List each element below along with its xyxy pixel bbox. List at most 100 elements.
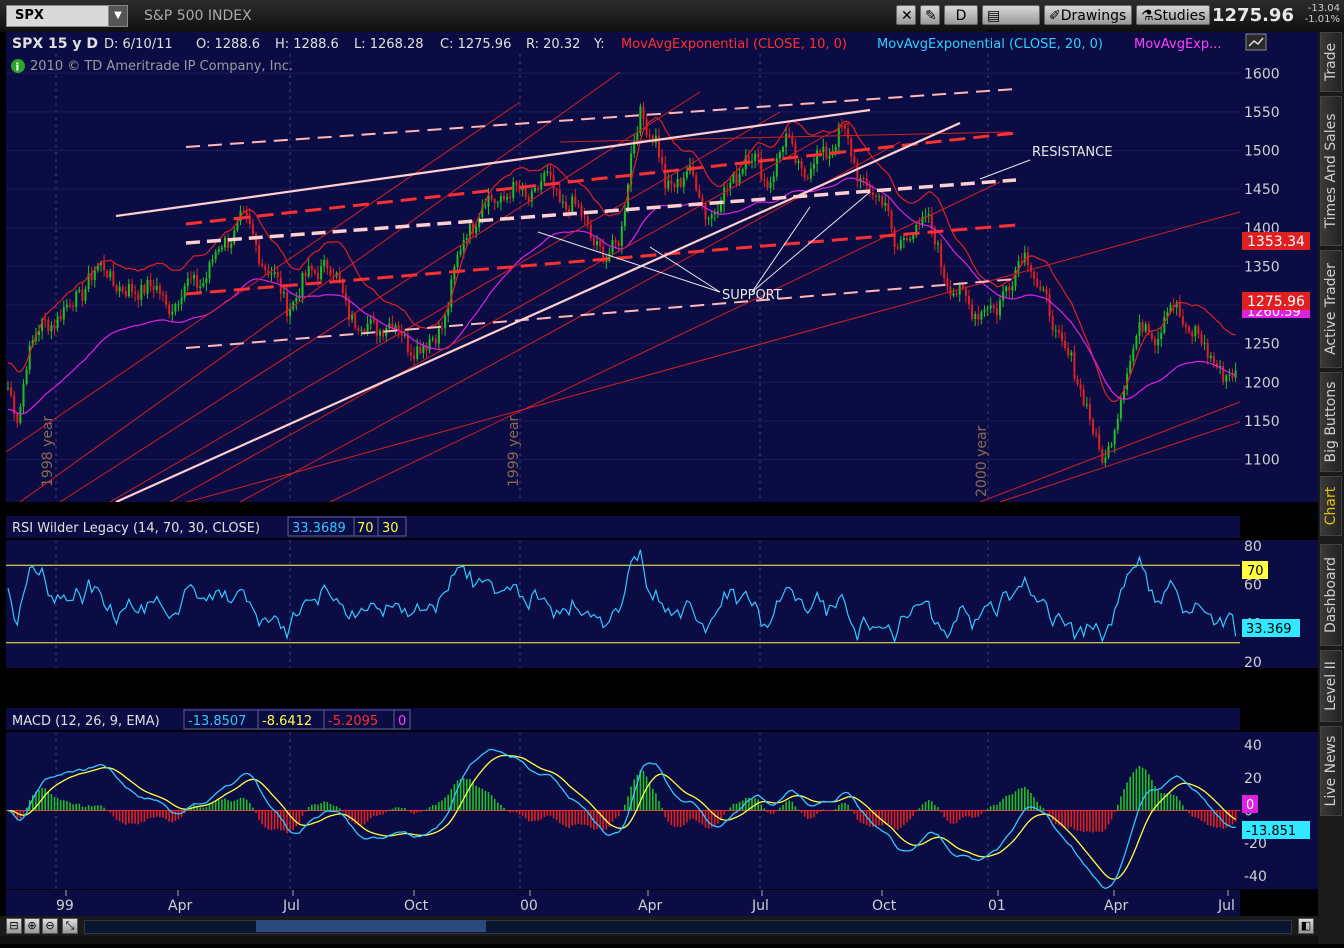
- price-candle: [121, 286, 124, 291]
- macd-histogram-bar: [1141, 767, 1144, 811]
- macd-histogram-bar: [475, 785, 477, 811]
- price-candle: [1191, 332, 1194, 337]
- macd-histogram-bar: [559, 810, 561, 824]
- price-candle: [571, 196, 574, 214]
- macd-histogram-bar: [273, 810, 276, 830]
- macd-histogram-bar: [1144, 769, 1147, 811]
- macd-histogram-bar: [289, 810, 291, 833]
- fit-icon[interactable]: ⊖: [42, 918, 58, 934]
- price-candle: [65, 304, 68, 308]
- macd-histogram-bar: [1011, 794, 1014, 811]
- svg-text:1275.96: 1275.96: [1247, 294, 1305, 310]
- studies-icon: ⚗: [1141, 8, 1154, 24]
- price-candle: [174, 303, 177, 312]
- macd-histogram-bar: [946, 810, 949, 821]
- price-candle: [375, 321, 378, 336]
- macd-histogram-bar: [927, 799, 930, 811]
- macd-histogram-bar: [512, 810, 515, 812]
- price-candle: [475, 227, 478, 234]
- macd-histogram-bar: [971, 810, 973, 818]
- rsi-pane[interactable]: [6, 540, 1240, 668]
- macd-histogram-bar: [121, 810, 124, 823]
- drawing-tool-icon[interactable]: ✎: [920, 5, 940, 25]
- price-axis-tick: 1100: [1244, 453, 1280, 469]
- period-button[interactable]: D: [944, 5, 978, 25]
- macd-histogram-bar: [1172, 795, 1175, 811]
- price-axis-tick: 1600: [1244, 66, 1280, 82]
- tab-times-label: Times And Sales: [1323, 113, 1339, 229]
- macd-histogram-bar: [317, 804, 319, 811]
- macd-histogram-bar: [531, 810, 533, 822]
- price-candle: [112, 271, 115, 286]
- scroll-right-icon[interactable]: ◧: [1298, 918, 1314, 934]
- tab-live-news[interactable]: Live News: [1320, 726, 1342, 816]
- tab-trade[interactable]: Trade: [1320, 32, 1342, 92]
- macd-histogram-bar: [1045, 810, 1048, 811]
- zoom-in-icon[interactable]: ⊕: [24, 918, 40, 934]
- macd-histogram-bar: [1197, 810, 1200, 819]
- macd-histogram-bar: [1206, 810, 1209, 826]
- resistance-label: RESISTANCE: [1032, 145, 1112, 160]
- macd-histogram-bar: [320, 803, 322, 811]
- macd-histogram-bar: [841, 803, 843, 811]
- macd-histogram-bar: [803, 810, 806, 817]
- rsi-value: 33.3689: [292, 521, 346, 536]
- macd-histogram-bar: [683, 810, 685, 826]
- price-candle: [1104, 457, 1107, 463]
- price-candle: [25, 369, 28, 384]
- tab-times-and-sales[interactable]: Times And Sales: [1320, 96, 1342, 246]
- price-candle: [623, 210, 626, 227]
- tab-dashboard[interactable]: Dashboard: [1320, 544, 1342, 646]
- macd-histogram-bar: [307, 806, 310, 811]
- tab-chart[interactable]: Chart: [1320, 476, 1342, 536]
- price-pane[interactable]: [6, 32, 1240, 502]
- price-candle: [785, 133, 788, 148]
- price-candle: [282, 292, 285, 294]
- price-candle: [155, 285, 158, 290]
- studies-button[interactable]: ⚗Studies: [1136, 5, 1210, 25]
- price-candle: [496, 202, 499, 204]
- svg-text:-13.851: -13.851: [1246, 824, 1296, 839]
- macd-histogram-bar: [431, 805, 434, 811]
- svg-text:0: 0: [1246, 798, 1254, 813]
- macd-histogram-bar: [974, 810, 976, 818]
- price-candle: [186, 278, 189, 286]
- zoom-out-icon[interactable]: ⊟: [6, 918, 22, 934]
- price-candle: [1101, 449, 1104, 463]
- price-candle: [329, 268, 332, 276]
- price-candle: [878, 196, 881, 198]
- price-candle: [1054, 330, 1057, 332]
- crosshair-icon[interactable]: ✕: [896, 5, 916, 25]
- chart-area[interactable]: SPX 15 y D D: 6/10/11 O: 1288.6 H: 1288.…: [0, 32, 1318, 948]
- expand-icon[interactable]: ⤡: [62, 918, 78, 934]
- tab-big-buttons[interactable]: Big Buttons: [1320, 372, 1342, 472]
- price-candle: [1234, 370, 1237, 378]
- style-button[interactable]: ▤ Style: [982, 5, 1040, 44]
- macd-histogram-bar: [264, 810, 267, 828]
- price-candle: [289, 309, 292, 317]
- macd-badge-zero: 0: [1242, 795, 1258, 813]
- price-candle: [871, 192, 874, 196]
- tab-active-trader[interactable]: Active Trader: [1320, 250, 1342, 368]
- macd-histogram-bar: [270, 810, 273, 831]
- macd-histogram-bar: [596, 810, 598, 829]
- macd-histogram-bar: [664, 810, 666, 818]
- ohlc-range: R: 20.32: [526, 37, 580, 52]
- price-candle: [884, 202, 887, 206]
- macd-histogram-bar: [202, 807, 205, 811]
- drawings-button[interactable]: ✐Drawings: [1044, 5, 1132, 25]
- macd-histogram-bar: [481, 788, 484, 811]
- macd-histogram-bar: [934, 805, 936, 811]
- macd-histogram-bar: [838, 805, 840, 811]
- macd-histogram-bar: [1039, 805, 1042, 811]
- price-candle: [493, 199, 496, 204]
- price-candle: [1197, 326, 1200, 334]
- scrollbar-thumb[interactable]: [256, 920, 486, 932]
- macd-histogram-bar: [524, 810, 527, 819]
- macd-histogram-bar: [1082, 810, 1085, 833]
- tab-level-ii[interactable]: Level II: [1320, 650, 1342, 722]
- macd-histogram-bar: [438, 801, 440, 811]
- price-candle: [1098, 434, 1101, 450]
- price-candle: [462, 239, 465, 251]
- symbol-dropdown-icon[interactable]: ▼: [108, 5, 128, 27]
